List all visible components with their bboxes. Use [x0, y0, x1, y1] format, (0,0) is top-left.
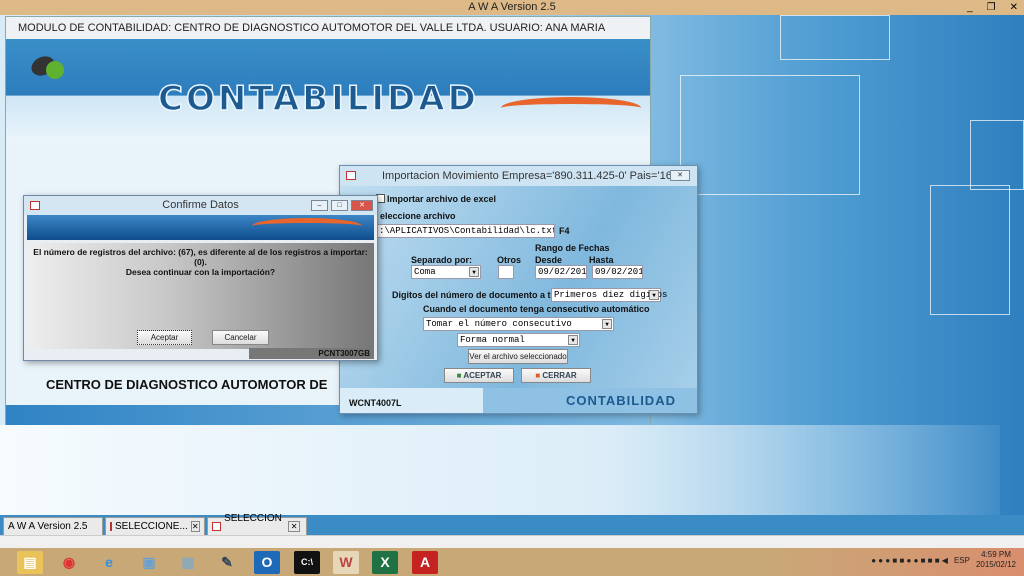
chevron-down-icon: ▼ — [469, 267, 479, 277]
chevron-down-icon: ▼ — [649, 290, 659, 300]
close-button[interactable]: ✕ — [1010, 0, 1018, 15]
excel-checkbox-label: Importar archivo de excel — [387, 194, 497, 204]
tab-close-icon[interactable]: ✕ — [288, 521, 300, 532]
import-dialog-footer: WCNT4007L CONTABILIDAD — [340, 388, 697, 413]
close-button[interactable]: ✕ — [670, 170, 690, 181]
consecutive-select[interactable]: Tomar el número consecutivo ▼ — [423, 317, 614, 331]
window-controls: _ ❐ ✕ — [967, 0, 1018, 15]
consecutive-value: Tomar el número consecutivo — [426, 319, 572, 329]
clock-date: 2015/02/12 — [975, 560, 1016, 569]
minimize-button[interactable]: _ — [967, 0, 973, 15]
outlook-icon[interactable]: O — [254, 551, 280, 574]
tab-seleccione-1[interactable]: SELECCIONE... ✕ — [105, 517, 205, 535]
from-label: Desde — [535, 255, 563, 265]
module-header: MODULO DE CONTABILIDAD: CENTRO DE DIAGNO… — [6, 17, 650, 56]
form-value: Forma normal — [460, 335, 525, 345]
awa-icon[interactable]: W — [333, 551, 359, 574]
company-name: CENTRO DE DIAGNOSTICO AUTOMOTOR DE — [46, 377, 328, 392]
file-path-input[interactable]: :\APLICATIVOS\Contabilidad\lc.txt — [376, 224, 555, 238]
book-icon[interactable]: ✎ — [214, 551, 240, 574]
close-button[interactable]: ✕ — [351, 200, 373, 211]
swoosh-decoration — [501, 97, 641, 119]
remote-desktop-icon[interactable]: ▣ — [136, 551, 162, 574]
confirm-dialog-title: Confirme Datos — [162, 199, 239, 211]
confirm-cancel-button[interactable]: Cancelar — [212, 330, 269, 345]
logo-text: CONTABILIDAD — [157, 78, 479, 120]
confirm-banner — [27, 215, 374, 240]
chevron-down-icon: ▼ — [602, 319, 612, 329]
tab-close-icon[interactable]: ✕ — [190, 521, 200, 532]
digits-label: Digitos del número de documento a tomar — [392, 290, 573, 300]
excel-icon[interactable]: X — [372, 551, 398, 574]
to-label: Hasta — [589, 255, 614, 265]
import-dialog: Importacion Movimiento Empresa='890.311.… — [339, 165, 698, 414]
confirm-form-code: PCNT3007GB — [249, 348, 374, 359]
app-icon — [110, 522, 112, 531]
confirm-accept-button[interactable]: Aceptar — [137, 330, 192, 345]
decoration — [930, 185, 1010, 315]
lower-pane — [0, 425, 1000, 515]
status-bar — [0, 535, 1024, 548]
file-explorer-icon[interactable]: ▤ — [17, 551, 43, 574]
chrome-icon[interactable]: ◉ — [56, 551, 82, 574]
decoration — [780, 15, 890, 60]
app-title: A W A Version 2.5 — [468, 1, 556, 13]
minimize-button[interactable]: – — [311, 200, 328, 211]
close-label: CERRAR — [542, 371, 577, 380]
maximize-button[interactable]: □ — [331, 200, 348, 211]
swoosh-decoration — [252, 218, 362, 234]
accept-button[interactable]: ■ ACEPTAR — [444, 368, 514, 383]
calculator-icon[interactable]: ▦ — [175, 551, 201, 574]
banner: CONTABILIDAD — [6, 39, 650, 141]
others-label: Otros — [497, 255, 522, 265]
confirm-message: El número de registros del archivo: (67)… — [27, 247, 374, 277]
app-title-bar: A W A Version 2.5 — [0, 0, 1024, 15]
digits-select[interactable]: Primeros diez digitos ▼ — [551, 288, 667, 302]
app-icon — [30, 201, 40, 210]
to-date-input[interactable]: 09/02/2015 — [592, 265, 643, 279]
tab-label: SELECCIONE... — [115, 521, 188, 532]
others-input[interactable] — [498, 265, 514, 279]
footer-logo: CONTABILIDAD — [566, 393, 676, 408]
view-file-button[interactable]: Ver el archivo seleccionado — [468, 349, 568, 364]
date-range-label: Rango de Fechas — [535, 243, 610, 253]
tab-awa[interactable]: A W A Version 2.5 — [3, 517, 103, 535]
internet-explorer-icon[interactable]: e — [96, 551, 122, 574]
decoration — [970, 120, 1024, 190]
confirm-message-line2: Desea continuar con la importación? — [125, 267, 276, 277]
close-dialog-button[interactable]: ■ CERRAR — [521, 368, 591, 383]
form-select[interactable]: Forma normal ▼ — [457, 333, 580, 347]
language-indicator[interactable]: ESP — [954, 556, 970, 565]
app-icon — [346, 171, 356, 180]
restore-button[interactable]: ❐ — [987, 0, 996, 15]
cmd-icon[interactable]: C:\ — [294, 551, 320, 574]
tab-label: A W A Version 2.5 — [8, 521, 88, 532]
separator-label: Separado por: — [411, 255, 473, 265]
f4-hint: F4 — [559, 226, 570, 236]
chevron-down-icon: ▼ — [568, 335, 578, 345]
from-date-input[interactable]: 09/02/2015 — [535, 265, 587, 279]
confirm-body: El número de registros del archivo: (67)… — [27, 243, 374, 349]
separator-value: Coma — [414, 267, 436, 277]
tray-icons[interactable]: ● ● ● ■ ■ ● ● ■ ■ ■ ◀ — [871, 556, 948, 565]
system-tray: ● ● ● ■ ■ ● ● ■ ■ ■ ◀ ESP 4:59 PM 2015/0… — [871, 550, 1016, 570]
select-file-label: eleccione archivo — [380, 211, 456, 221]
confirm-dialog: Confirme Datos – □ ✕ El número de regist… — [23, 195, 378, 361]
accept-label: ACEPTAR — [463, 371, 502, 380]
clock[interactable]: 4:59 PM 2015/02/12 — [976, 550, 1016, 570]
import-dialog-title-bar: Importacion Movimiento Empresa='890.311.… — [340, 166, 697, 186]
acrobat-icon[interactable]: A — [412, 551, 438, 574]
confirm-message-line1: El número de registros del archivo: (67)… — [33, 247, 368, 267]
decoration — [680, 75, 860, 195]
tab-seleccion-2[interactable]: SELECCION ...✕ — [207, 513, 307, 541]
import-dialog-title: Importacion Movimiento Empresa='890.311.… — [382, 170, 681, 182]
consecutive-label: Cuando el documento tenga consecutivo au… — [423, 304, 650, 314]
app-icon — [212, 522, 222, 531]
separator-select[interactable]: Coma ▼ — [411, 265, 481, 279]
confirm-dialog-title-bar: Confirme Datos – □ ✕ — [24, 196, 377, 215]
form-code: WCNT4007L — [349, 398, 402, 408]
clock-time: 4:59 PM — [981, 550, 1011, 559]
logo-icon — [46, 61, 64, 79]
